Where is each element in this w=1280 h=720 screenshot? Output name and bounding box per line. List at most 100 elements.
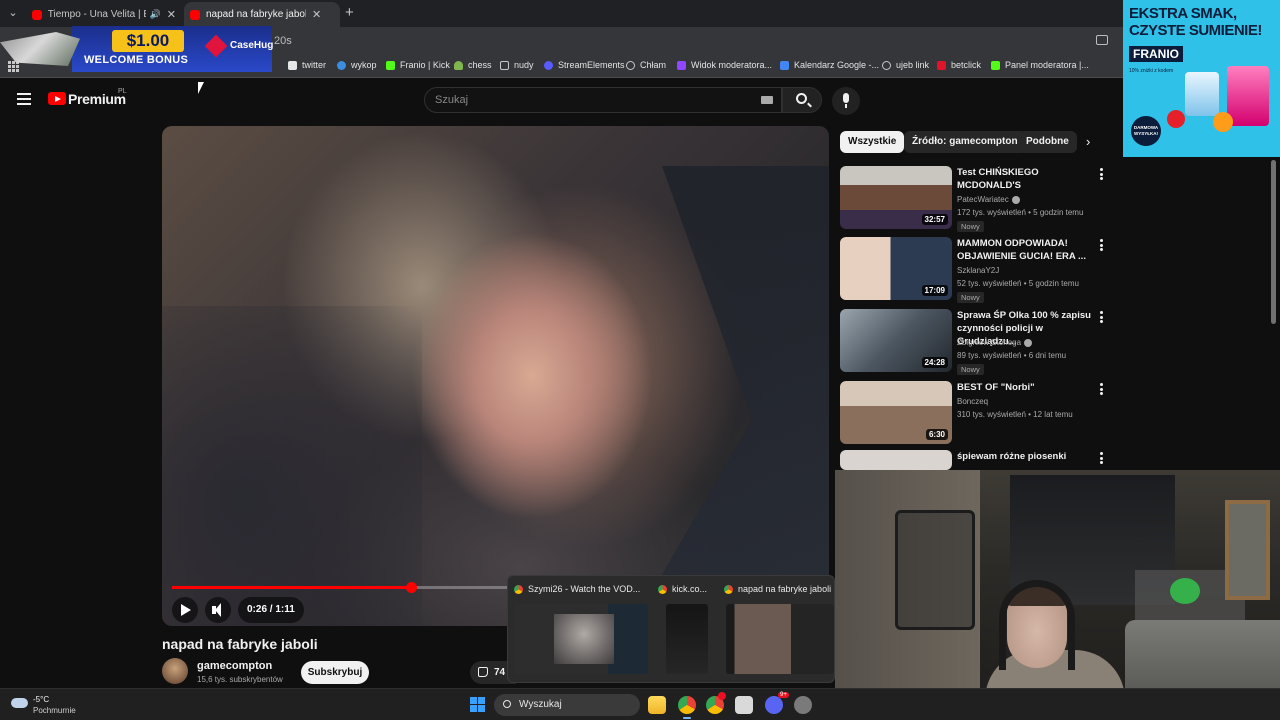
recommendation-meta: 172 tys. wyświetleń • 5 godzin temu [957, 208, 1084, 217]
more-options-icon[interactable] [1100, 383, 1104, 395]
window-preview-item[interactable]: kick.co... [658, 582, 722, 678]
recommendation-item[interactable]: 32:57 Test CHIŃSKIEGO MCDONALD'S PatecWa… [840, 166, 1115, 232]
play-button[interactable] [172, 597, 198, 623]
volume-button[interactable] [205, 597, 231, 623]
chrome-icon [658, 584, 667, 594]
more-options-icon[interactable] [1100, 168, 1104, 180]
more-options-icon[interactable] [1100, 452, 1104, 464]
chip-source[interactable]: Źródło: gamecompton [904, 131, 1026, 153]
bookmark-panel-moderatora[interactable]: Panel moderatora |... [991, 60, 1089, 70]
recommendation-title[interactable]: śpiewam różne piosenki [957, 450, 1097, 463]
close-tab-icon[interactable]: ✕ [167, 8, 176, 21]
recommendation-channel[interactable]: PatecWariatec [957, 195, 1020, 204]
duration-badge: 17:09 [921, 285, 948, 296]
chevron-right-icon[interactable]: › [1086, 135, 1096, 149]
ad-headline: EKSTRA SMAK, CZYSTE SUMIENIE! [1129, 5, 1262, 39]
scrollbar[interactable] [1271, 160, 1276, 324]
chrome-icon [514, 584, 523, 594]
settings-gear-icon[interactable] [794, 696, 812, 714]
close-tab-icon[interactable]: ✕ [312, 8, 321, 21]
search-icon [503, 700, 511, 708]
windows-start-icon[interactable] [470, 697, 485, 712]
bookmark-franio-kick[interactable]: Franio | Kick [386, 60, 450, 70]
wykop-icon [337, 60, 346, 70]
search-button[interactable] [782, 87, 822, 113]
headphones-icon [999, 580, 1075, 670]
duration-badge: 24:28 [921, 357, 948, 368]
more-options-icon[interactable] [1100, 239, 1104, 251]
search-input[interactable]: Szukaj [424, 87, 782, 113]
bookmark-chlam[interactable]: Chłam [626, 60, 666, 70]
recommendation-item[interactable]: 6:30 BEST OF "Norbi" Bonczeq 310 tys. wy… [840, 381, 1115, 447]
video-player[interactable]: 0:26 / 1:11 [162, 126, 829, 626]
new-tab-icon[interactable]: + [345, 4, 354, 21]
bookmark-betclick[interactable]: betclick [937, 60, 981, 70]
window-preview-item[interactable]: Szymi26 - Watch the VOD... [514, 582, 654, 678]
video-thumbnail[interactable]: 32:57 [840, 166, 952, 229]
channel-avatar[interactable] [162, 658, 188, 684]
bookmark-ujeb-link[interactable]: ujeb link [882, 60, 929, 70]
url-text[interactable]: 20s [274, 35, 292, 47]
chrome-icon[interactable] [678, 696, 696, 714]
promo-amount: $1.00 [112, 30, 184, 52]
video-thumbnail[interactable]: 24:28 [840, 309, 952, 372]
window-preview-item[interactable]: napad na fabryke jaboli [724, 582, 834, 678]
menu-icon[interactable] [17, 93, 31, 105]
window-thumbnail[interactable] [666, 604, 708, 674]
video-thumbnail[interactable]: 17:09 [840, 237, 952, 300]
speaker-icon[interactable]: 🔊 [150, 9, 161, 20]
app-icon[interactable] [735, 696, 753, 714]
voice-search-button[interactable] [832, 87, 860, 115]
new-badge: Nowy [957, 364, 984, 375]
recommendation-title[interactable]: MAMMON ODPOWIADA! OBJAWIENIE GUCIA! ERA … [957, 237, 1097, 263]
taskbar-search-input[interactable]: Wyszukaj [494, 694, 640, 716]
x-icon [288, 60, 297, 70]
keyboard-icon[interactable] [761, 96, 773, 104]
youtube-favicon-icon [190, 9, 200, 20]
recommendation-channel[interactable]: Bonczeq [957, 397, 988, 406]
bookmark-nudy[interactable]: nudy [500, 60, 534, 70]
pawn-icon [454, 60, 463, 70]
youtube-logo-icon[interactable] [48, 92, 66, 105]
chip-all[interactable]: Wszystkie [840, 131, 905, 153]
window-thumbnail[interactable] [514, 604, 648, 674]
ad-subtext: 10% zniżki z kodem [1129, 68, 1174, 74]
bookmark-chess[interactable]: chess [454, 60, 492, 70]
weather-condition[interactable]: Pochmurnie [33, 706, 76, 715]
video-frame-shape [162, 306, 422, 626]
subscriber-count: 15,6 tys. subskrybentów [197, 675, 283, 684]
recommendation-item[interactable]: śpiewam różne piosenki [840, 450, 1115, 470]
recommendation-item[interactable]: 24:28 Sprawa ŚP Olka 100 % zapisu czynno… [840, 309, 1115, 375]
window-thumbnail[interactable] [726, 604, 834, 674]
recommendation-channel[interactable]: SzklanaY2J [957, 266, 999, 275]
bookmark-wykop[interactable]: wykop [337, 60, 377, 70]
weather-temperature[interactable]: -5°C [33, 695, 49, 704]
file-explorer-icon[interactable] [648, 696, 666, 714]
video-thumbnail[interactable]: 6:30 [840, 381, 952, 444]
recommendation-title[interactable]: BEST OF "Norbi" [957, 381, 1097, 394]
recommendation-title[interactable]: Test CHIŃSKIEGO MCDONALD'S [957, 166, 1097, 192]
franio-ad[interactable]: EKSTRA SMAK, CZYSTE SUMIENIE! FRANIO 10%… [1123, 0, 1280, 157]
cast-icon[interactable] [1096, 35, 1108, 45]
search-placeholder: Szukaj [435, 94, 469, 106]
treadmill-shape [895, 510, 975, 630]
bookmark-streamelements[interactable]: StreamElements [544, 60, 625, 70]
bookmark-kalendarz-google[interactable]: Kalendarz Google -... [780, 60, 879, 70]
tab-title: Tiempo - Una Velita | Extended [47, 9, 146, 20]
chip-related[interactable]: Podobne [1018, 131, 1077, 153]
subscribe-button[interactable]: Subskrybuj [301, 661, 369, 684]
more-options-icon[interactable] [1100, 311, 1104, 323]
cloud-icon[interactable] [11, 698, 28, 708]
ad-brand: FRANIO [1129, 46, 1183, 62]
video-thumbnail[interactable] [840, 450, 952, 470]
discord-icon[interactable] [765, 696, 783, 714]
recommendation-channel[interactable]: Zbigniew Stonoga [957, 338, 1033, 347]
bookmark-twitter[interactable]: twitter [288, 60, 326, 70]
bookmark-widok-moderatora[interactable]: Widok moderatora... [677, 60, 772, 70]
tab-search-chevron-icon[interactable]: ⌄ [4, 4, 22, 22]
mirror-frame [1225, 500, 1270, 600]
recommendation-item[interactable]: 17:09 MAMMON ODPOWIADA! OBJAWIENIE GUCIA… [840, 237, 1115, 303]
duration-badge: 6:30 [925, 429, 948, 440]
free-shipping-stamp: DARMOWA WYSYŁKA! [1131, 116, 1161, 146]
channel-name[interactable]: gamecompton [197, 660, 272, 672]
